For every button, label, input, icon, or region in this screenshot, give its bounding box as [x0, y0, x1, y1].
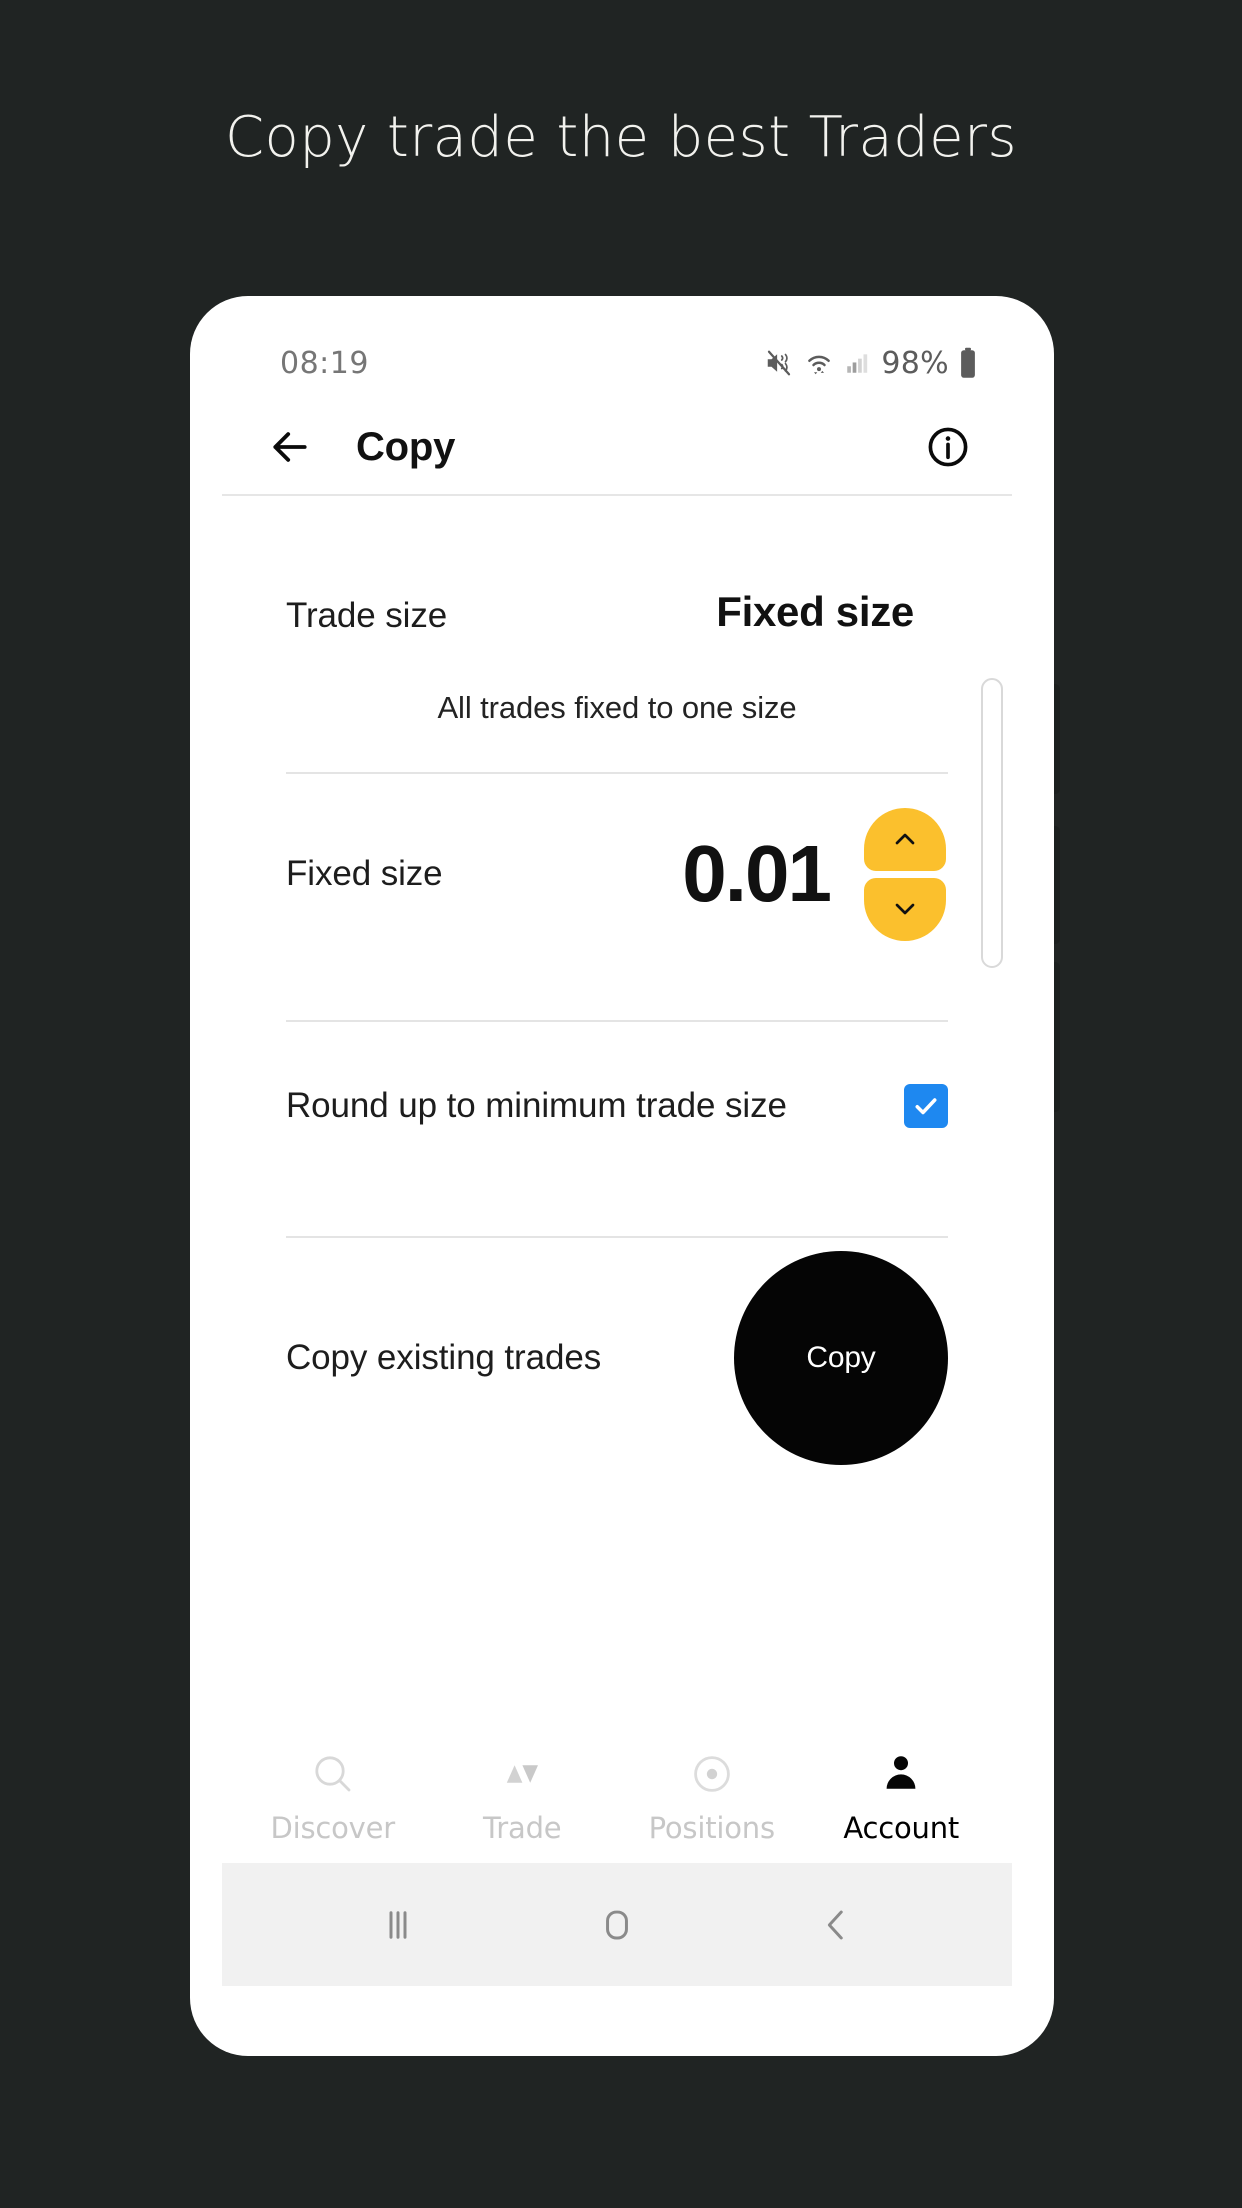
bottom-navigation: Discover Trade Positions Account [222, 1731, 1012, 1863]
search-icon [315, 1755, 351, 1791]
system-back-button[interactable] [788, 1877, 884, 1973]
info-circle-icon [928, 427, 968, 467]
recents-bars-icon [389, 1910, 407, 1939]
nav-label-discover: Discover [270, 1810, 395, 1845]
chevron-up-icon [895, 833, 915, 845]
promo-headline: Copy trade the best Traders [225, 105, 1017, 170]
chevron-down-icon [895, 903, 915, 915]
check-icon [915, 1098, 937, 1115]
fixed-size-value: 0.01 [682, 829, 832, 918]
nav-item-trade[interactable]: Trade [428, 1750, 618, 1845]
copy-existing-label: Copy existing trades [286, 1338, 602, 1377]
fixed-size-control: 0.01 [682, 807, 946, 941]
promo-screenshot: Copy trade the best Traders 08:19 98% Co… [0, 0, 1242, 2208]
quantity-stepper [864, 807, 946, 941]
stepper-increment-button[interactable] [864, 807, 946, 871]
info-button[interactable] [920, 419, 976, 475]
nav-label-positions: Positions [648, 1810, 775, 1845]
nav-item-discover[interactable]: Discover [238, 1750, 428, 1845]
copy-existing-button[interactable]: Copy [734, 1251, 948, 1465]
back-button[interactable] [262, 419, 318, 475]
scrollbar[interactable] [981, 678, 1003, 968]
row-trade-size[interactable]: Trade size Fixed size [286, 496, 948, 670]
trade-size-value: Fixed size [716, 588, 914, 635]
nav-label-account: Account [843, 1810, 960, 1845]
mute-vibrate-icon [768, 350, 791, 376]
signal-bars-icon [847, 354, 868, 373]
battery-icon [961, 347, 975, 378]
phone-frame: 08:19 98% Copy Trade size Fixed size All… [190, 296, 1054, 2056]
status-time: 08:19 [280, 345, 369, 381]
phone-screen: 08:19 98% Copy Trade size Fixed size All… [222, 326, 1012, 1986]
nav-item-positions[interactable]: Positions [617, 1750, 807, 1845]
settings-content: Trade size Fixed size All trades fixed t… [222, 496, 1012, 1836]
fixed-size-label: Fixed size [286, 854, 443, 893]
row-fixed-size[interactable]: Fixed size 0.01 [286, 774, 948, 974]
page-title: Copy [356, 424, 456, 469]
wifi-icon [808, 355, 831, 375]
system-home-button[interactable] [569, 1877, 665, 1973]
home-square-icon [606, 1910, 628, 1939]
status-bar: 08:19 98% [222, 326, 1012, 400]
circle-dot-icon [693, 1755, 730, 1792]
nav-label-trade: Trade [483, 1810, 562, 1845]
back-chevron-icon [828, 1910, 844, 1939]
trade-size-description: All trades fixed to one size [437, 690, 797, 725]
triangles-icon [507, 1764, 539, 1783]
trade-size-label: Trade size [286, 596, 448, 635]
round-up-label: Round up to minimum trade size [286, 1086, 787, 1125]
arrow-left-icon [273, 432, 307, 462]
system-recents-button[interactable] [350, 1877, 446, 1973]
row-copy-existing[interactable]: Copy existing trades Copy [286, 1238, 948, 1478]
nav-item-account[interactable]: Account [807, 1750, 997, 1845]
app-header: Copy [222, 400, 1012, 496]
copy-existing-button-label: Copy [806, 1341, 876, 1374]
stepper-decrement-button[interactable] [864, 877, 946, 941]
system-navigation-bar [222, 1863, 1012, 1986]
status-icons: 98% [764, 346, 978, 381]
battery-percent: 98% [881, 345, 949, 381]
round-up-checkbox[interactable] [904, 1084, 948, 1128]
person-icon [886, 1755, 916, 1789]
row-round-up[interactable]: Round up to minimum trade size [286, 1022, 948, 1190]
